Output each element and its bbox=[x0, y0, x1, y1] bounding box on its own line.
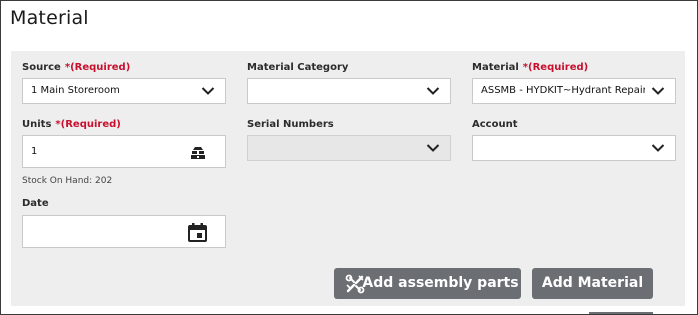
material-form-panel: Source *(Required) 1 Main Storeroom Mater… bbox=[11, 51, 685, 306]
account-field: Account bbox=[472, 118, 517, 132]
add-assembly-parts-button[interactable]: Add assembly parts bbox=[334, 268, 521, 299]
material-window: Material Source *(Required) 1 Main Storer… bbox=[0, 0, 698, 315]
material-select[interactable]: ASSMB - HYDKIT~Hydrant Repair K bbox=[472, 78, 676, 104]
required-indicator: *(Required) bbox=[522, 62, 589, 73]
units-field: Units *(Required) bbox=[22, 118, 121, 132]
chevron-down-icon bbox=[201, 87, 215, 95]
units-label-text: Units bbox=[22, 119, 52, 130]
add-material-button[interactable]: Add Material bbox=[532, 268, 653, 299]
calendar-icon[interactable] bbox=[188, 223, 207, 242]
account-label: Account bbox=[472, 119, 518, 130]
material-label: Material *(Required) bbox=[472, 61, 588, 75]
source-value: 1 Main Storeroom bbox=[31, 85, 120, 96]
date-input[interactable] bbox=[22, 215, 226, 248]
required-indicator: *(Required) bbox=[64, 62, 131, 73]
material-category-label: Material Category bbox=[247, 62, 349, 73]
material-value: ASSMB - HYDKIT~Hydrant Repair K bbox=[481, 85, 645, 96]
add-assembly-parts-label: Add assembly parts bbox=[362, 275, 519, 291]
date-field: Date bbox=[22, 197, 49, 211]
source-select[interactable]: 1 Main Storeroom bbox=[22, 78, 226, 104]
chevron-down-icon bbox=[426, 87, 440, 95]
divider bbox=[589, 312, 653, 314]
material-field: Material *(Required) bbox=[472, 61, 588, 75]
serial-numbers-select[interactable] bbox=[247, 135, 451, 161]
source-label: Source *(Required) bbox=[22, 61, 130, 75]
chevron-down-icon bbox=[426, 144, 440, 152]
chevron-down-icon bbox=[651, 87, 665, 95]
page-title: Material bbox=[10, 7, 89, 29]
source-label-text: Source bbox=[22, 62, 61, 73]
source-field: Source *(Required) bbox=[22, 61, 130, 75]
inventory-boxes-icon[interactable] bbox=[191, 147, 205, 159]
material-category-field: Material Category bbox=[247, 61, 348, 75]
chevron-down-icon bbox=[651, 144, 665, 152]
material-category-select[interactable] bbox=[247, 78, 451, 104]
units-value: 1 bbox=[31, 146, 38, 157]
required-indicator: *(Required) bbox=[55, 119, 121, 130]
stock-on-hand-text: Stock On Hand: 202 bbox=[22, 176, 113, 186]
serial-numbers-label: Serial Numbers bbox=[247, 119, 334, 130]
material-label-text: Material bbox=[472, 62, 519, 73]
assembly-tools-icon bbox=[345, 274, 365, 294]
units-input[interactable]: 1 bbox=[22, 135, 226, 168]
account-select[interactable] bbox=[472, 135, 676, 161]
units-label: Units *(Required) bbox=[22, 118, 121, 132]
date-label: Date bbox=[22, 198, 49, 209]
serial-numbers-field: Serial Numbers bbox=[247, 118, 334, 132]
add-material-label: Add Material bbox=[541, 275, 644, 291]
